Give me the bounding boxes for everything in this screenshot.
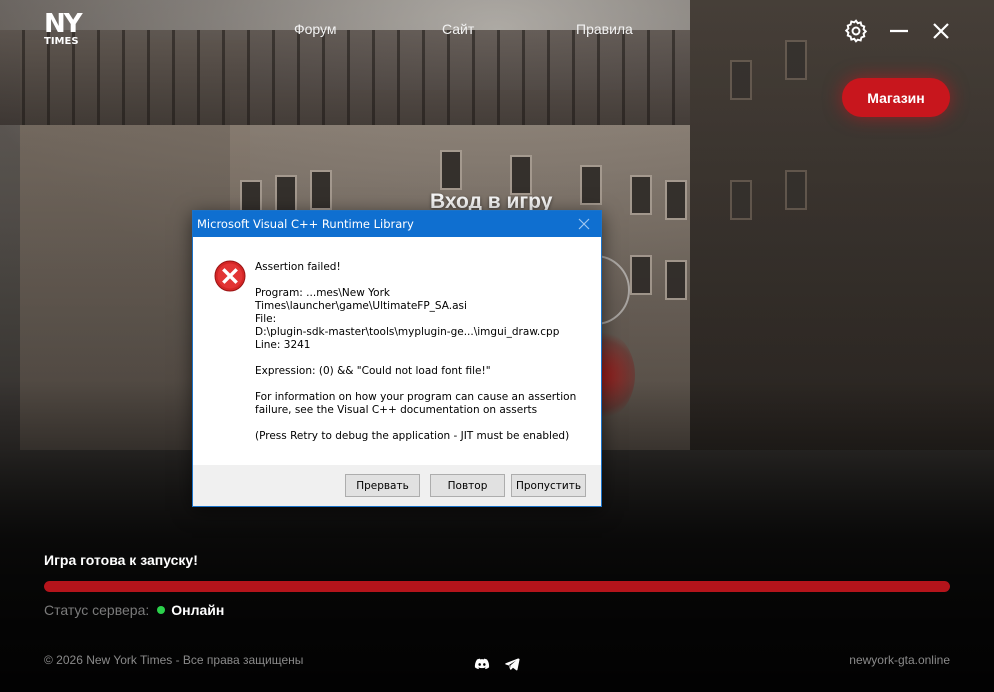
server-status-value: Онлайн bbox=[171, 602, 225, 618]
server-status-label: Статус сервера: bbox=[44, 602, 150, 618]
info-line-1: For information on how your program can … bbox=[255, 391, 577, 403]
retry-hint-line: (Press Retry to debug the application - … bbox=[255, 430, 570, 442]
dialog-message: Assertion failed! Program: ...mes\New Yo… bbox=[255, 261, 590, 443]
ignore-button[interactable]: Пропустить bbox=[511, 474, 586, 497]
nav-site-link[interactable]: Сайт bbox=[442, 21, 474, 37]
game-ready-text: Игра готова к запуску! bbox=[44, 552, 198, 568]
logo: NY TIMES bbox=[44, 9, 84, 52]
shop-button[interactable]: Магазин bbox=[842, 78, 950, 117]
minimize-icon[interactable] bbox=[886, 18, 912, 44]
gear-icon[interactable] bbox=[843, 18, 869, 44]
abort-button[interactable]: Прервать bbox=[345, 474, 420, 497]
logo-ny: NY bbox=[44, 9, 83, 39]
file-line-2: D:\plugin-sdk-master\tools\myplugin-ge..… bbox=[255, 326, 560, 338]
dialog-body: Assertion failed! Program: ...mes\New Yo… bbox=[193, 237, 601, 465]
copyright-text: © 2026 New York Times - Все права защище… bbox=[44, 653, 304, 667]
error-dialog: Microsoft Visual C++ Runtime Library Ass… bbox=[192, 210, 602, 507]
file-line-1: File: bbox=[255, 313, 277, 325]
nav-rules-link[interactable]: Правила bbox=[576, 21, 633, 37]
dialog-footer: Прервать Повтор Пропустить bbox=[193, 465, 601, 506]
dialog-title: Microsoft Visual C++ Runtime Library bbox=[197, 217, 414, 231]
error-icon bbox=[214, 260, 246, 292]
nav-forum-link[interactable]: Форум bbox=[294, 21, 337, 37]
dialog-titlebar[interactable]: Microsoft Visual C++ Runtime Library bbox=[193, 211, 601, 237]
dialog-close-icon[interactable] bbox=[567, 211, 601, 237]
program-line-2: Times\launcher\game\UltimateFP_SA.asi bbox=[255, 300, 467, 312]
online-indicator-icon bbox=[157, 606, 166, 614]
program-line-1: Program: ...mes\New York bbox=[255, 287, 390, 299]
expression-line: Expression: (0) && "Could not load font … bbox=[255, 365, 491, 377]
discord-icon[interactable] bbox=[474, 656, 490, 672]
retry-button[interactable]: Повтор bbox=[430, 474, 505, 497]
info-line-2: failure, see the Visual C++ documentatio… bbox=[255, 404, 538, 416]
logo-times: TIMES bbox=[44, 36, 79, 47]
server-status: Статус сервера: Онлайн bbox=[44, 602, 224, 618]
close-icon[interactable] bbox=[928, 18, 954, 44]
assertion-line: Assertion failed! bbox=[255, 261, 341, 273]
telegram-icon[interactable] bbox=[504, 656, 520, 672]
site-url-link[interactable]: newyork-gta.online bbox=[849, 653, 950, 667]
line-number: Line: 3241 bbox=[255, 339, 311, 351]
progress-fill bbox=[44, 581, 950, 592]
progress-bar bbox=[44, 581, 950, 592]
